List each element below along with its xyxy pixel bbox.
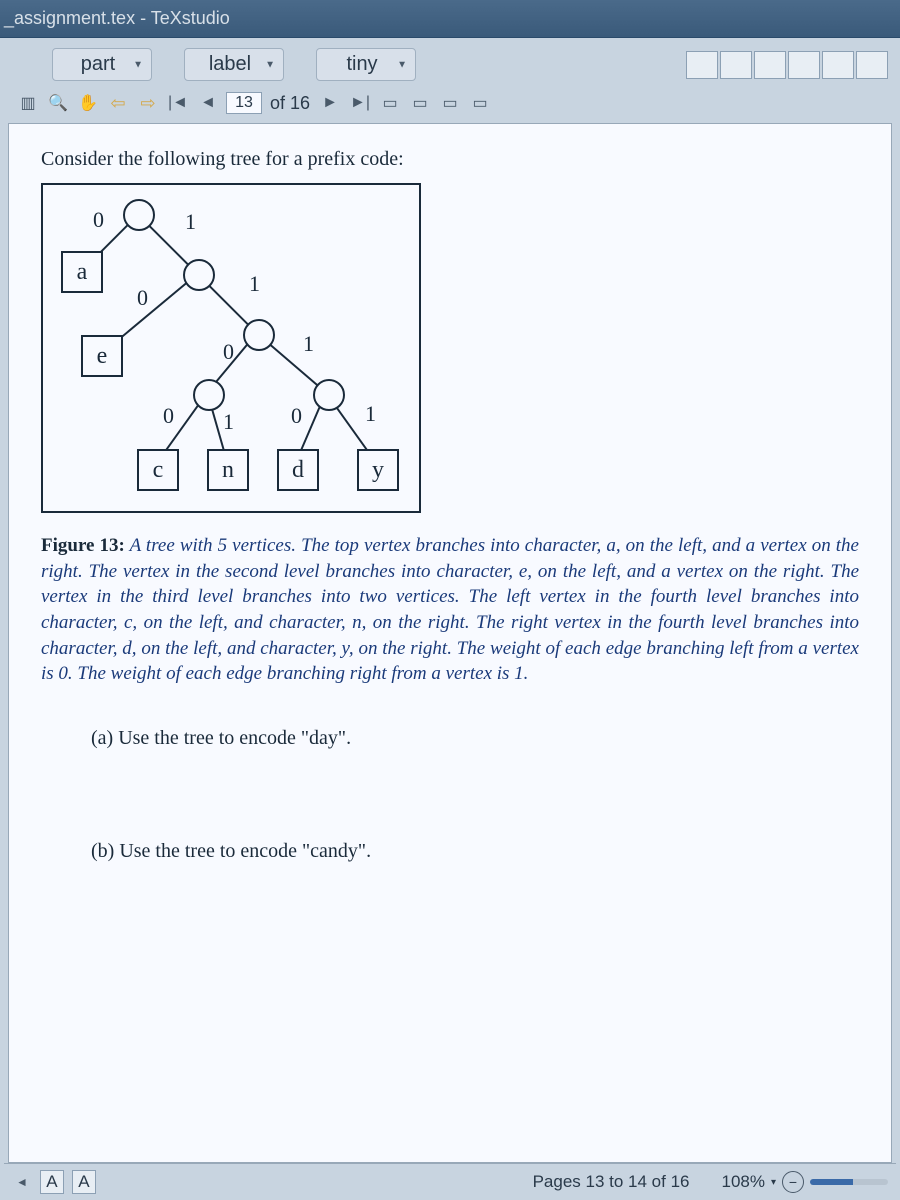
layout-icon-2[interactable] [720,51,752,79]
label-dropdown[interactable]: label [184,48,284,81]
figure-caption: Figure 13: A tree with 5 vertices. The t… [41,533,859,687]
layout-icon-5[interactable] [822,51,854,79]
leaf-d: d [277,449,319,491]
edge-7: 1 [223,409,234,435]
window-content: part label tiny ▥ 🔍 ✋ ⇦ ⇨ |◄ ◄ of 16 ► ►… [0,38,900,1200]
edge-1: 1 [185,209,196,235]
nav-fwd-icon[interactable]: ► [318,91,342,115]
zoom-group: 108% ▾ − [721,1171,888,1193]
hand-icon[interactable]: ✋ [76,91,100,115]
status-icon-2[interactable]: A [72,1170,96,1194]
fit-icon-2[interactable]: ▭ [408,91,432,115]
page-of-label: of 16 [270,93,310,114]
fit-icon-4[interactable]: ▭ [468,91,492,115]
window-title: _assignment.tex - TeXstudio [4,8,230,28]
part-dropdown[interactable]: part [52,48,152,81]
tree-node-level4-right [313,379,345,411]
zoom-slider[interactable] [810,1179,888,1185]
tree-node-level4-left [193,379,225,411]
tiny-dropdown[interactable]: tiny [316,48,416,81]
nav-back-icon[interactable]: ◄ [196,91,220,115]
pdf-nav-toolbar: ▥ 🔍 ✋ ⇦ ⇨ |◄ ◄ of 16 ► ►| ▭ ▭ ▭ ▭ [4,85,896,123]
status-pages: Pages 13 to 14 of 16 [533,1172,690,1192]
question-a: (a) Use the tree to encode "day". [91,727,859,750]
leaf-c: c [137,449,179,491]
layout-icon-group [686,51,888,79]
tree-node-level2 [183,259,215,291]
zoom-label: 108% [721,1172,764,1192]
figure-label: Figure 13: [41,535,125,556]
scroll-left-icon[interactable]: ◄ [12,1175,32,1189]
layout-icon-1[interactable] [686,51,718,79]
fit-icon-1[interactable]: ▭ [378,91,402,115]
tree-figure: a e c n d y 0 1 0 1 0 1 0 1 0 1 [41,183,421,513]
nav-next-icon[interactable]: ⇨ [136,91,160,115]
tree-root-node [123,199,155,231]
edge-9: 1 [365,401,376,427]
nav-first-icon[interactable]: |◄ [166,91,190,115]
intro-text: Consider the following tree for a prefix… [41,148,859,171]
page-number-input[interactable] [226,92,262,114]
window-titlebar: _assignment.tex - TeXstudio [0,0,900,38]
zoom-out-button[interactable]: − [782,1171,804,1193]
edge-4: 0 [223,339,234,365]
leaf-n: n [207,449,249,491]
edge-0: 0 [93,207,104,233]
layout-icon-3[interactable] [754,51,786,79]
layout-icon-6[interactable] [856,51,888,79]
figure-caption-body: A tree with 5 vertices. The top vertex b… [41,535,859,684]
zoom-dropdown-icon[interactable]: ▾ [771,1177,776,1188]
structure-toolbar: part label tiny [4,46,896,85]
nav-prev-icon[interactable]: ⇦ [106,91,130,115]
question-b: (b) Use the tree to encode "candy". [91,840,859,863]
leaf-y: y [357,449,399,491]
leaf-e: e [81,335,123,377]
status-bar: ◄ A A Pages 13 to 14 of 16 108% ▾ − [4,1163,896,1200]
leaf-a: a [61,251,103,293]
fit-icon-3[interactable]: ▭ [438,91,462,115]
status-icon-1[interactable]: A [40,1170,64,1194]
layout-icon-4[interactable] [788,51,820,79]
pdf-page: Consider the following tree for a prefix… [9,124,891,977]
nav-last-icon[interactable]: ►| [348,91,372,115]
tree-node-level3 [243,319,275,351]
edge-6: 0 [163,403,174,429]
edge-3: 1 [249,271,260,297]
pdf-icon[interactable]: ▥ [16,91,40,115]
search-icon[interactable]: 🔍 [46,91,70,115]
edge-2: 0 [137,285,148,311]
edge-5: 1 [303,331,314,357]
pdf-viewer[interactable]: Consider the following tree for a prefix… [8,123,892,1163]
edge-8: 0 [291,403,302,429]
